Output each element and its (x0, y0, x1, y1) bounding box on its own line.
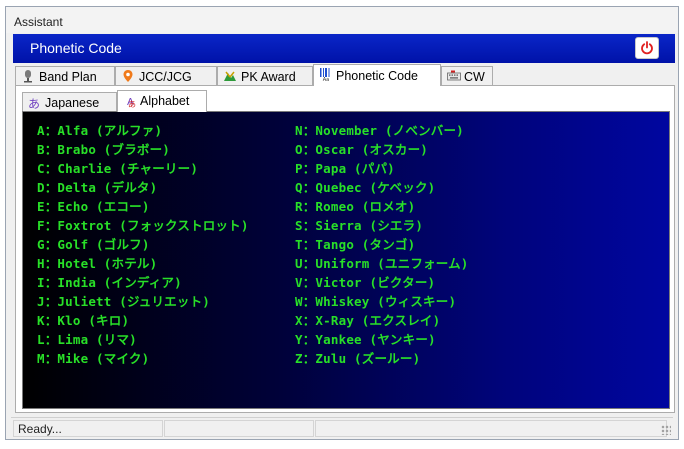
list-item: F：Foxtrot (フォックストロット) (37, 218, 249, 233)
tab-band-plan[interactable]: Band Plan (15, 66, 115, 85)
tab-japanese[interactable]: あ Japanese (22, 92, 117, 112)
list-item: A：Alfa (アルファ) (37, 123, 163, 138)
power-button[interactable] (635, 37, 659, 59)
status-cell-empty (315, 420, 667, 437)
list-item: G：Golf (ゴルフ) (37, 237, 150, 252)
assistant-window: Assistant Phonetic Code Band Plan JCC/JC (5, 6, 679, 440)
tab-cw[interactable]: CW (441, 66, 493, 85)
tab-label: Alphabet (140, 94, 190, 108)
list-item: P：Papa (パパ) (295, 161, 395, 176)
list-item: O：Oscar (オスカー) (295, 142, 429, 157)
tab-label: PK Award (241, 70, 296, 84)
tab-jcc-jcg[interactable]: JCC/JCG (115, 66, 217, 85)
list-item: B：Brabo (ブラボー) (37, 142, 171, 157)
list-item: M：Mike (マイク) (37, 351, 150, 366)
phonetic-icon: Aa (320, 68, 330, 81)
list-item: I：India (インディア) (37, 275, 182, 290)
tab-label: Japanese (45, 96, 100, 110)
status-text: Ready... (13, 420, 163, 437)
svg-text:あ: あ (128, 100, 136, 108)
tab-panel: あ Japanese A あ Alphabet A：Alfa (アルファ) B：… (15, 85, 675, 413)
svg-text:Aa: Aa (323, 77, 329, 81)
status-cell-empty (164, 420, 314, 437)
list-item: N：November (ノベンバー) (295, 123, 464, 138)
window-title: Assistant (14, 15, 63, 29)
list-item: H：Hotel (ホテル) (37, 256, 158, 271)
list-item: T：Tango (タンゴ) (295, 237, 416, 252)
list-item: W：Whiskey (ウィスキー) (295, 294, 457, 309)
list-item: X：X-Ray (エクスレイ) (295, 313, 441, 328)
tab-label: CW (464, 70, 485, 84)
page-header: Phonetic Code (13, 34, 675, 63)
main-tabbar: Band Plan JCC/JCG PK Award Aa Phonetic C… (15, 64, 675, 86)
keyboard-icon (447, 70, 461, 81)
award-icon (224, 71, 236, 81)
list-item: Q：Quebec (ケベック) (295, 180, 436, 195)
list-item: J：Juliett (ジュリエット) (37, 294, 211, 309)
power-icon (641, 41, 653, 55)
page-title: Phonetic Code (30, 40, 122, 56)
tab-label: Phonetic Code (336, 69, 419, 83)
alphabet-column-a-m: A：Alfa (アルファ) B：Brabo (ブラボー) C：Charlie (… (37, 120, 249, 367)
svg-text:あ: あ (28, 97, 40, 110)
list-item: S：Sierra (シエラ) (295, 218, 424, 233)
list-item: V：Victor (ビクター) (295, 275, 436, 290)
alphabet-icon: A あ (127, 97, 136, 108)
list-item: E：Echo (エコー) (37, 199, 150, 214)
list-item: R：Romeo (ロメオ) (295, 199, 416, 214)
list-item: Y：Yankee (ヤンキー) (295, 332, 436, 347)
window-titlebar[interactable]: Assistant (6, 7, 678, 33)
tab-phonetic-code[interactable]: Aa Phonetic Code (313, 64, 441, 86)
tab-label: Band Plan (39, 70, 97, 84)
list-item: D：Delta (デルタ) (37, 180, 158, 195)
list-item: L：Lima (リマ) (37, 332, 137, 347)
alphabet-column-n-z: N：November (ノベンバー) O：Oscar (オスカー) P：Papa… (295, 120, 469, 367)
alphabet-list: A：Alfa (アルファ) B：Brabo (ブラボー) C：Charlie (… (22, 111, 670, 409)
sub-tabbar: あ Japanese A あ Alphabet (22, 90, 272, 112)
map-pin-icon (123, 70, 133, 82)
tab-label: JCC/JCG (139, 70, 192, 84)
list-item: Z：Zulu (ズールー) (295, 351, 421, 366)
tab-alphabet[interactable]: A あ Alphabet (117, 90, 207, 112)
list-item: K：Klo (キロ) (37, 313, 130, 328)
mic-icon (24, 70, 32, 83)
list-item: C：Charlie (チャーリー) (37, 161, 199, 176)
list-item: U：Uniform (ユニフォーム) (295, 256, 469, 271)
japanese-icon: あ (28, 97, 40, 110)
resize-grip[interactable] (661, 425, 671, 435)
status-bar: Ready... (11, 417, 673, 437)
tab-pk-award[interactable]: PK Award (217, 66, 313, 85)
